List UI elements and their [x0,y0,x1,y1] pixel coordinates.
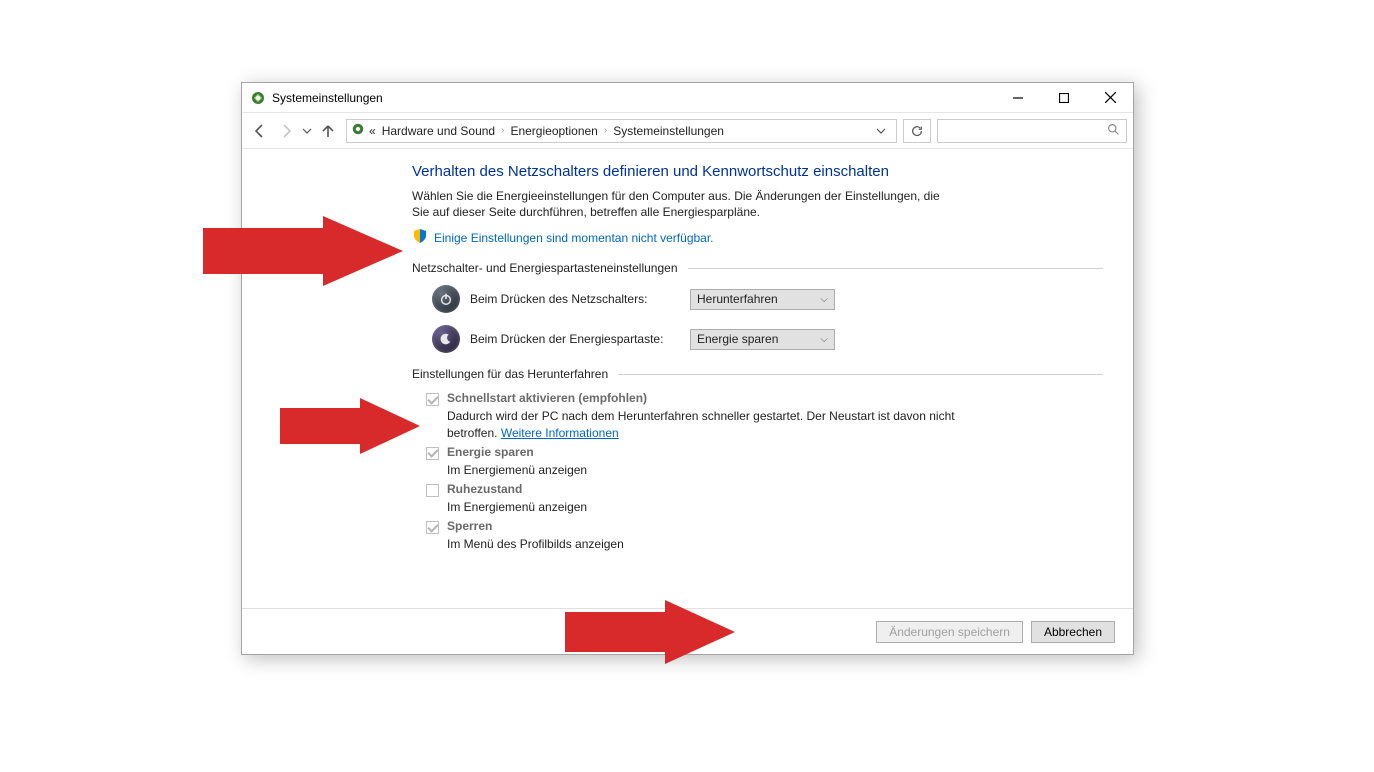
sleep-icon [432,325,460,353]
sleep-opt-desc: Im Energiemenü anzeigen [447,462,967,478]
chevron-right-icon: › [501,125,504,136]
shield-icon [412,228,428,247]
nav-recent-chevron[interactable] [300,119,314,143]
window-title: Systemeinstellungen [272,91,383,105]
sleep-button-row: Beim Drücken der Energiespartaste: Energ… [432,325,1103,353]
chevron-down-icon: ⌵ [820,294,828,305]
system-settings-window: Systemeinstellungen [241,82,1134,655]
search-icon [1107,123,1120,139]
fast-startup-label: Schnellstart aktivieren (empfohlen) [447,391,647,405]
sleep-opt-label: Energie sparen [447,445,534,459]
maximize-button[interactable] [1041,83,1087,113]
breadcrumb-item[interactable]: Hardware und Sound [382,124,495,138]
cancel-button[interactable]: Abbrechen [1031,621,1115,643]
search-input[interactable] [937,119,1127,143]
hibernate-checkbox[interactable] [426,484,439,497]
lock-checkbox[interactable] [426,521,439,534]
sleep-button-dropdown[interactable]: Energie sparen ⌵ [690,329,835,350]
nav-back-button[interactable] [248,119,272,143]
breadcrumb: « Hardware und Sound › Energieoptionen ›… [369,124,724,138]
navbar: « Hardware und Sound › Energieoptionen ›… [242,113,1133,149]
minimize-button[interactable] [995,83,1041,113]
power-icon [432,285,460,313]
option-fast-startup: Schnellstart aktivieren (empfohlen) [426,391,1103,406]
fast-startup-desc: Dadurch wird der PC nach dem Herunterfah… [447,408,967,440]
titlebar: Systemeinstellungen [242,83,1133,113]
power-button-dropdown[interactable]: Herunterfahren ⌵ [690,289,835,310]
section-power-buttons: Netzschalter- und Energiespartasteneinst… [412,261,1103,275]
fast-startup-checkbox[interactable] [426,393,439,406]
lock-opt-label: Sperren [447,519,492,533]
section-shutdown: Einstellungen für das Herunterfahren [412,367,1103,381]
hibernate-opt-label: Ruhezustand [447,482,522,496]
content-area: Verhalten des Netzschalters definieren u… [242,149,1133,608]
breadcrumb-item[interactable]: Systemeinstellungen [613,124,724,138]
chevron-down-icon: ⌵ [820,334,828,345]
more-info-link[interactable]: Weitere Informationen [501,426,619,440]
save-button[interactable]: Änderungen speichern [876,621,1023,643]
address-bar[interactable]: « Hardware und Sound › Energieoptionen ›… [346,119,897,143]
app-icon [250,90,266,106]
lock-opt-desc: Im Menü des Profilbilds anzeigen [447,536,967,552]
sleep-checkbox[interactable] [426,447,439,460]
option-lock: Sperren [426,519,1103,534]
breadcrumb-item[interactable]: Energieoptionen [510,124,597,138]
app-icon-small [351,122,365,139]
unlock-settings-link[interactable]: Einige Einstellungen sind momentan nicht… [434,231,714,245]
power-button-row: Beim Drücken des Netzschalters: Herunter… [432,285,1103,313]
hibernate-opt-desc: Im Energiemenü anzeigen [447,499,967,515]
option-sleep: Energie sparen [426,445,1103,460]
power-button-label: Beim Drücken des Netzschalters: [470,292,680,306]
nav-forward-button[interactable] [274,119,298,143]
page-description: Wählen Sie die Energieeinstellungen für … [412,188,952,220]
option-hibernate: Ruhezustand [426,482,1103,497]
chevron-right-icon: › [604,125,607,136]
breadcrumb-prefix: « [369,124,376,138]
close-button[interactable] [1087,83,1133,113]
page-heading: Verhalten des Netzschalters definieren u… [412,163,1103,180]
address-dropdown-icon[interactable] [870,126,892,136]
button-bar: Änderungen speichern Abbrechen [242,608,1133,654]
nav-up-button[interactable] [316,119,340,143]
refresh-button[interactable] [903,119,931,143]
sleep-button-label: Beim Drücken der Energiespartaste: [470,332,680,346]
